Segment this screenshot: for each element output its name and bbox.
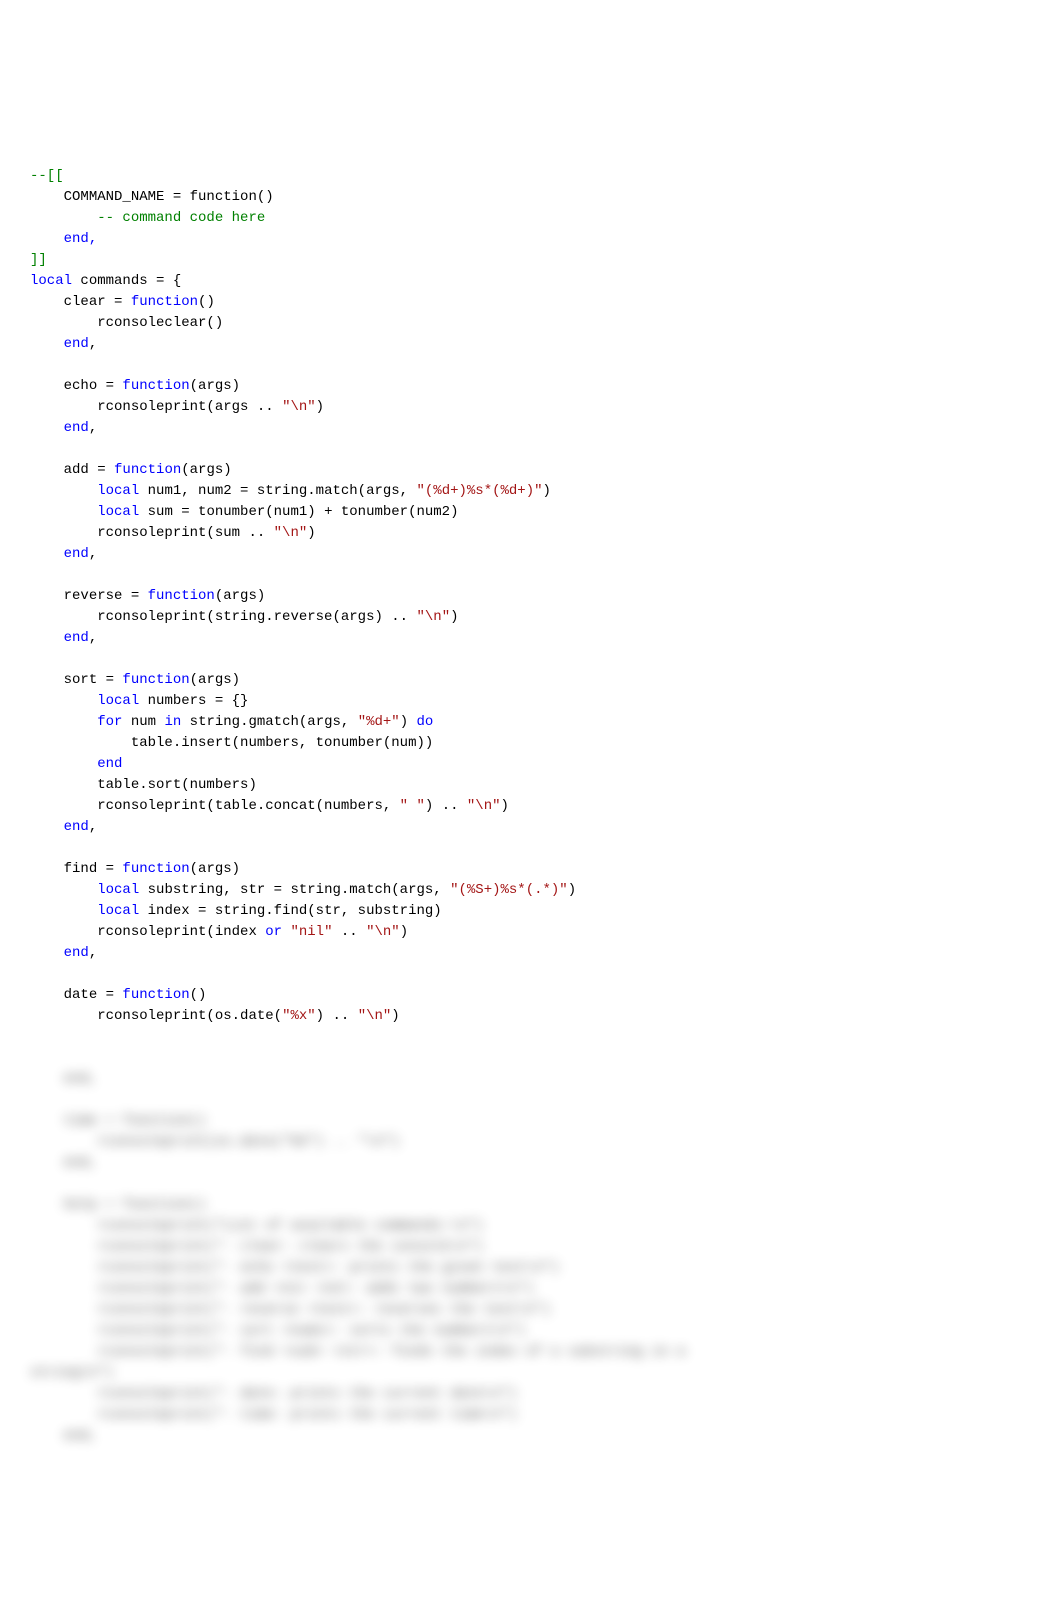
code-line: end,	[30, 817, 1032, 838]
code-line	[30, 838, 1032, 859]
code-line-blurred: rconsoleprint("- clear: clears the conso…	[30, 1237, 1032, 1258]
code-line	[30, 649, 1032, 670]
code-document: --[[ COMMAND_NAME = function() -- comman…	[30, 124, 1032, 1468]
code-line	[30, 565, 1032, 586]
code-line: for num in string.gmatch(args, "%d+") do	[30, 712, 1032, 733]
code-line-blurred: rconsoleprint("- find <sub> <str>: finds…	[30, 1342, 1032, 1363]
code-line: end,	[30, 628, 1032, 649]
code-line: end	[30, 754, 1032, 775]
code-line-blurred: end,	[30, 1426, 1032, 1447]
code-line: end,	[30, 943, 1032, 964]
code-line-blurred: rconsoleprint("- date: prints the curren…	[30, 1384, 1032, 1405]
code-line: local num1, num2 = string.match(args, "(…	[30, 481, 1032, 502]
code-line: local index = string.find(str, substring…	[30, 901, 1032, 922]
code-line: COMMAND_NAME = function()	[30, 187, 1032, 208]
code-line: rconsoleprint(args .. "\n")	[30, 397, 1032, 418]
code-line: date = function()	[30, 985, 1032, 1006]
code-line: local numbers = {}	[30, 691, 1032, 712]
code-line-blurred: help = function()	[30, 1195, 1032, 1216]
code-line: echo = function(args)	[30, 376, 1032, 397]
code-line: local substring, str = string.match(args…	[30, 880, 1032, 901]
code-line-blurred: rconsoleprint(os.date("%X") .. "\n")	[30, 1132, 1032, 1153]
code-line-blurred: rconsoleprint("- echo <text>: prints the…	[30, 1258, 1032, 1279]
code-line	[30, 439, 1032, 460]
code-line: rconsoleprint(sum .. "\n")	[30, 523, 1032, 544]
code-line: find = function(args)	[30, 859, 1032, 880]
code-line-blurred: end,	[30, 1069, 1032, 1090]
blurred-code-section: end, time = function() rconsoleprint(os.…	[30, 1069, 1032, 1447]
code-line: local commands = {	[30, 271, 1032, 292]
code-line: rconsoleprint(table.concat(numbers, " ")…	[30, 796, 1032, 817]
code-line: end,	[30, 334, 1032, 355]
code-line-blurred: rconsoleprint("List of available command…	[30, 1216, 1032, 1237]
code-line: --[[	[30, 166, 1032, 187]
code-line: add = function(args)	[30, 460, 1032, 481]
code-line: reverse = function(args)	[30, 586, 1032, 607]
code-line: table.sort(numbers)	[30, 775, 1032, 796]
code-line: end,	[30, 229, 1032, 250]
code-line: local sum = tonumber(num1) + tonumber(nu…	[30, 502, 1032, 523]
code-line: end,	[30, 544, 1032, 565]
code-line-blurred	[30, 1090, 1032, 1111]
code-line-blurred: rconsoleprint("- sort <nums>: sorts the …	[30, 1321, 1032, 1342]
code-line: -- command code here	[30, 208, 1032, 229]
code-line	[30, 964, 1032, 985]
code-line: sort = function(args)	[30, 670, 1032, 691]
code-line: rconsoleclear()	[30, 313, 1032, 334]
code-line	[30, 355, 1032, 376]
code-line-blurred: rconsoleprint("- time: prints the curren…	[30, 1405, 1032, 1426]
code-line-blurred: rconsoleprint("- reverse <text>: reverse…	[30, 1300, 1032, 1321]
visible-code-section: --[[ COMMAND_NAME = function() -- comman…	[30, 166, 1032, 1027]
code-line-blurred: string\n")	[30, 1363, 1032, 1384]
code-line-blurred	[30, 1174, 1032, 1195]
code-line: rconsoleprint(string.reverse(args) .. "\…	[30, 607, 1032, 628]
code-line: clear = function()	[30, 292, 1032, 313]
code-line-blurred: rconsoleprint("- add <n1> <n2>: adds two…	[30, 1279, 1032, 1300]
code-line-blurred: time = function()	[30, 1111, 1032, 1132]
code-line: end,	[30, 418, 1032, 439]
code-line: rconsoleprint(index or "nil" .. "\n")	[30, 922, 1032, 943]
code-line: rconsoleprint(os.date("%x") .. "\n")	[30, 1006, 1032, 1027]
code-line-blurred: end,	[30, 1153, 1032, 1174]
code-line: table.insert(numbers, tonumber(num))	[30, 733, 1032, 754]
code-line: ]]	[30, 250, 1032, 271]
